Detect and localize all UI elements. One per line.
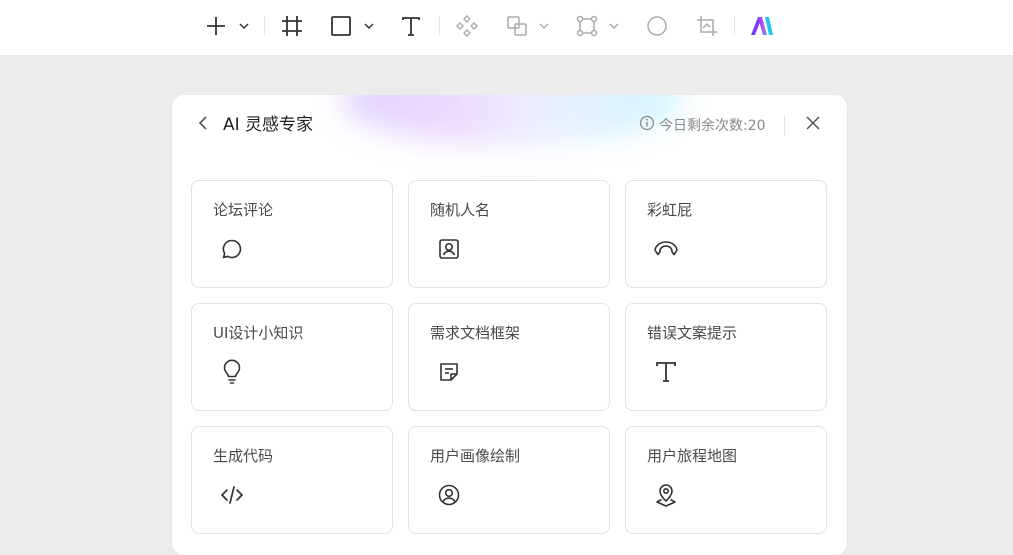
- chevron-down-icon[interactable]: [361, 12, 377, 40]
- text-icon: [653, 359, 679, 385]
- ai-logo-icon[interactable]: [748, 12, 776, 40]
- option-card-flattery[interactable]: 彩虹屁: [625, 180, 827, 288]
- info-icon: [639, 115, 655, 135]
- chevron-down-icon[interactable]: [236, 12, 252, 40]
- option-card-label: 随机人名: [430, 201, 491, 219]
- chat-bubble-icon: [219, 236, 245, 262]
- option-card-requirements-doc[interactable]: 需求文档框架: [408, 303, 610, 411]
- circle-icon[interactable]: [644, 12, 670, 40]
- option-card-label: 用户旅程地图: [647, 447, 738, 465]
- top-toolbar: [0, 0, 1013, 55]
- ai-inspiration-panel: AI 灵感专家 今日剩余次数:20 论坛评论 随机人名 彩虹屁 UI设计小知识 …: [172, 95, 847, 555]
- id-card-icon: [436, 236, 462, 262]
- header-divider: [784, 115, 785, 135]
- boolean-icon[interactable]: [504, 12, 530, 40]
- toolbar-divider: [439, 16, 440, 35]
- option-card-label: 用户画像绘制: [430, 447, 521, 465]
- close-button[interactable]: [801, 113, 825, 137]
- chevron-down-icon[interactable]: [606, 12, 622, 40]
- plus-icon[interactable]: [203, 12, 229, 40]
- sticky-note-icon: [436, 359, 462, 385]
- rainbow-icon: [653, 236, 679, 262]
- text-icon[interactable]: [398, 12, 424, 40]
- option-card-error-copy[interactable]: 错误文案提示: [625, 303, 827, 411]
- user-circle-icon: [436, 482, 462, 508]
- code-icon: [219, 482, 245, 508]
- component-icon[interactable]: [454, 12, 480, 40]
- rectangle-icon[interactable]: [328, 12, 354, 40]
- option-card-generate-code[interactable]: 生成代码: [191, 426, 393, 534]
- option-card-ui-tips[interactable]: UI设计小知识: [191, 303, 393, 411]
- option-card-label: 需求文档框架: [430, 324, 521, 342]
- option-card-forum-comment[interactable]: 论坛评论: [191, 180, 393, 288]
- header-glow: [342, 95, 682, 145]
- toolbar-divider: [264, 16, 265, 35]
- crop-icon[interactable]: [694, 12, 720, 40]
- toolbar-divider: [734, 16, 735, 35]
- chevron-left-icon: [196, 115, 210, 135]
- back-button[interactable]: [191, 113, 215, 137]
- option-card-random-name[interactable]: 随机人名: [408, 180, 610, 288]
- remaining-count: 今日剩余次数:20: [639, 114, 766, 136]
- frame-icon[interactable]: [279, 12, 305, 40]
- option-card-label: 彩虹屁: [647, 201, 693, 219]
- option-card-label: UI设计小知识: [213, 324, 304, 342]
- panel-title: AI 灵感专家: [223, 115, 314, 135]
- lightbulb-icon: [219, 359, 245, 385]
- chevron-down-icon[interactable]: [536, 12, 552, 40]
- close-icon: [805, 115, 821, 135]
- option-card-user-journey-map[interactable]: 用户旅程地图: [625, 426, 827, 534]
- path-icon[interactable]: [574, 12, 600, 40]
- option-grid: 论坛评论 随机人名 彩虹屁 UI设计小知识 需求文档框架 错误文案提示 生成代码…: [191, 180, 827, 534]
- remaining-count-text: 今日剩余次数:20: [659, 118, 766, 134]
- option-card-label: 论坛评论: [213, 201, 274, 219]
- map-pin-icon: [653, 482, 679, 508]
- option-card-label: 生成代码: [213, 447, 274, 465]
- option-card-user-persona[interactable]: 用户画像绘制: [408, 426, 610, 534]
- option-card-label: 错误文案提示: [647, 324, 738, 342]
